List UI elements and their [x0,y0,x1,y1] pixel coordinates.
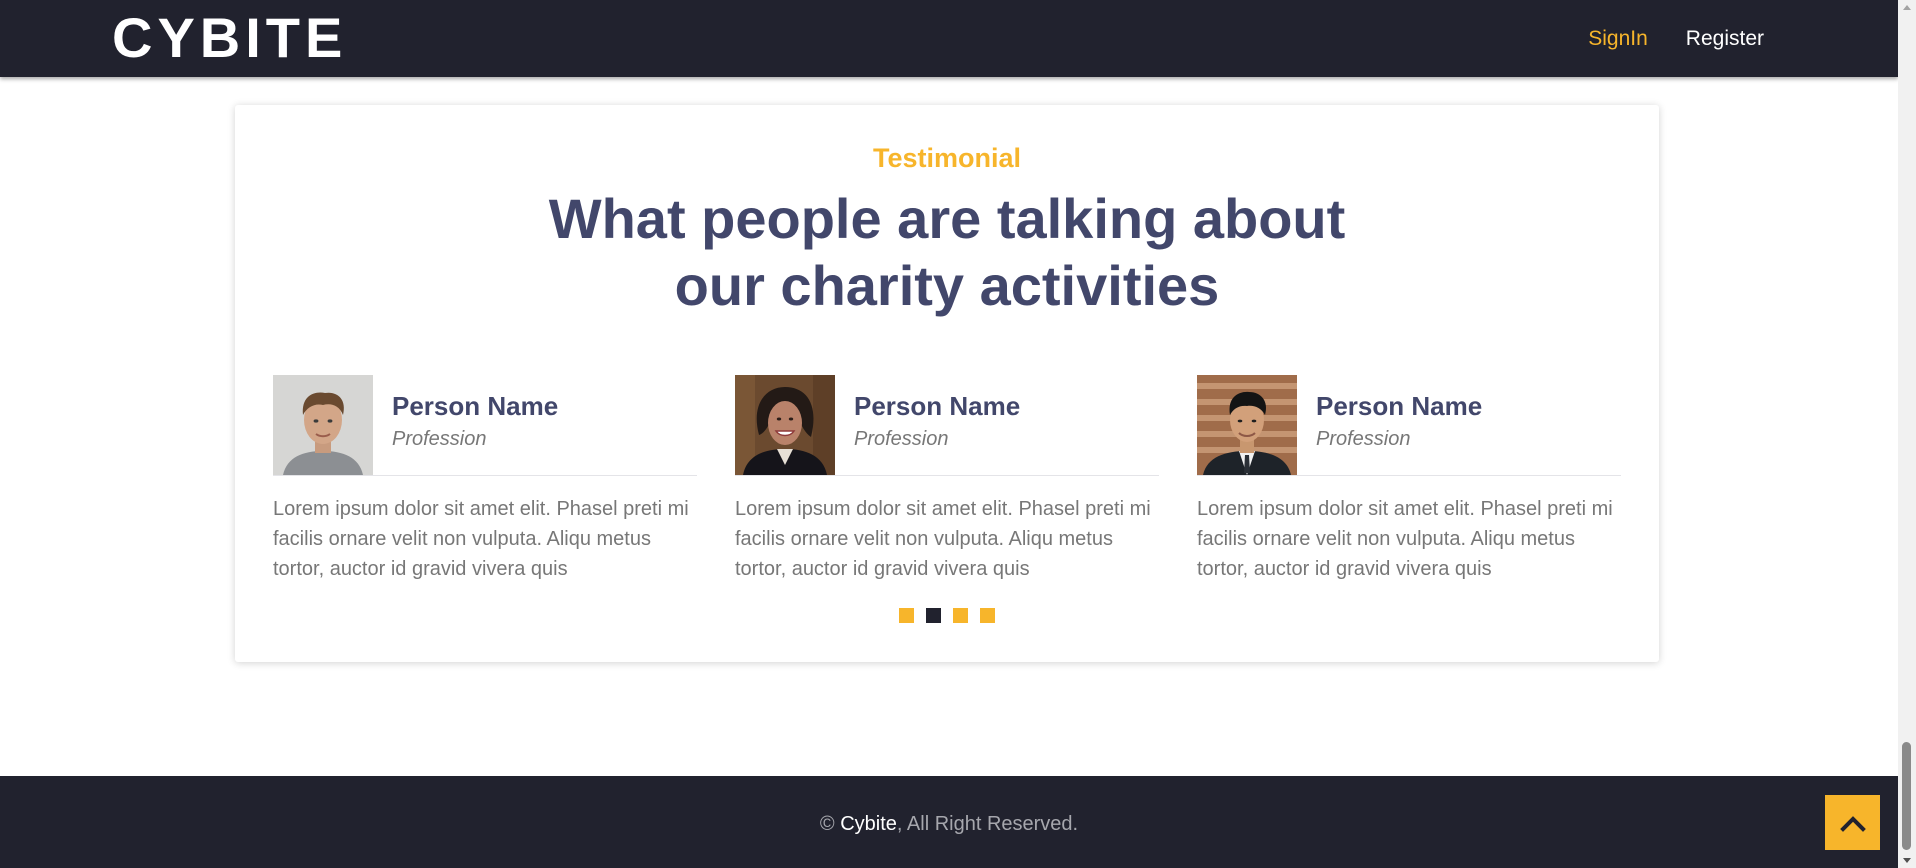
scroll-thumb[interactable] [1902,742,1911,850]
footer-brand-link[interactable]: Cybite [840,813,897,835]
footer: © Cybite, All Right Reserved. [0,776,1898,868]
testimonial-header: Person Name Profession [273,375,697,476]
testimonial-quote: Lorem ipsum dolor sit amet elit. Phasel … [273,498,689,580]
rights-text: , All Right Reserved. [896,813,1079,835]
person-profession: Profession [854,428,949,450]
section-eyebrow: Testimonial [872,143,1022,173]
testimonial-person: Person Name Profession [373,375,558,475]
scroll-up-arrow-icon[interactable] [1903,5,1911,10]
testimonial-quote: Lorem ipsum dolor sit amet elit. Phasel … [1197,498,1613,580]
section-headline: What people are talking about our charit… [235,185,1659,319]
back-to-top-button[interactable] [1825,795,1880,850]
carousel-dot[interactable] [926,608,941,623]
signin-link[interactable]: SignIn [1588,25,1648,53]
testimonial-item: Person Name Profession Lorem ipsum dolor… [1197,375,1621,584]
carousel-dots [235,608,1659,623]
headline-line-2: our charity activities [674,254,1220,317]
carousel-dot[interactable] [899,608,914,623]
person-name: Person Name [854,391,1021,421]
testimonial-card: Testimonial What people are talking abou… [235,105,1659,662]
testimonial-list: Person Name Profession Lorem ipsum dolor… [273,375,1623,584]
headline-line-1: What people are talking about [548,187,1346,250]
page-scrollbar[interactable] [1898,0,1916,868]
chevron-up-icon [1839,815,1866,832]
testimonial-header: Person Name Profession [1197,375,1621,476]
carousel-dot[interactable] [953,608,968,623]
nav-links: SignIn Register [1588,25,1764,53]
testimonial-person: Person Name Profession [835,375,1020,475]
testimonial-person: Person Name Profession [1297,375,1482,475]
testimonial-item: Person Name Profession Lorem ipsum dolor… [273,375,697,584]
register-link[interactable]: Register [1686,25,1764,53]
scroll-down-arrow-icon[interactable] [1903,858,1911,863]
young-man-photo [273,375,373,475]
testimonial-header: Person Name Profession [735,375,1159,476]
top-navbar: CYBITE SignIn Register [0,0,1898,77]
businessman-photo [1197,375,1297,475]
copyright-text: © Cybite, All Right Reserved. [0,810,1898,838]
page: CYBITE SignIn Register Testimonial What … [0,0,1916,868]
testimonial-item: Person Name Profession Lorem ipsum dolor… [735,375,1159,584]
person-name: Person Name [392,391,559,421]
person-profession: Profession [1316,428,1411,450]
smiling-woman-photo [735,375,835,475]
copyright-symbol: © [819,813,835,835]
person-profession: Profession [392,428,487,450]
testimonial-quote: Lorem ipsum dolor sit amet elit. Phasel … [735,498,1151,580]
carousel-dot[interactable] [980,608,995,623]
person-name: Person Name [1316,391,1483,421]
brand-logo[interactable]: CYBITE [112,6,347,70]
